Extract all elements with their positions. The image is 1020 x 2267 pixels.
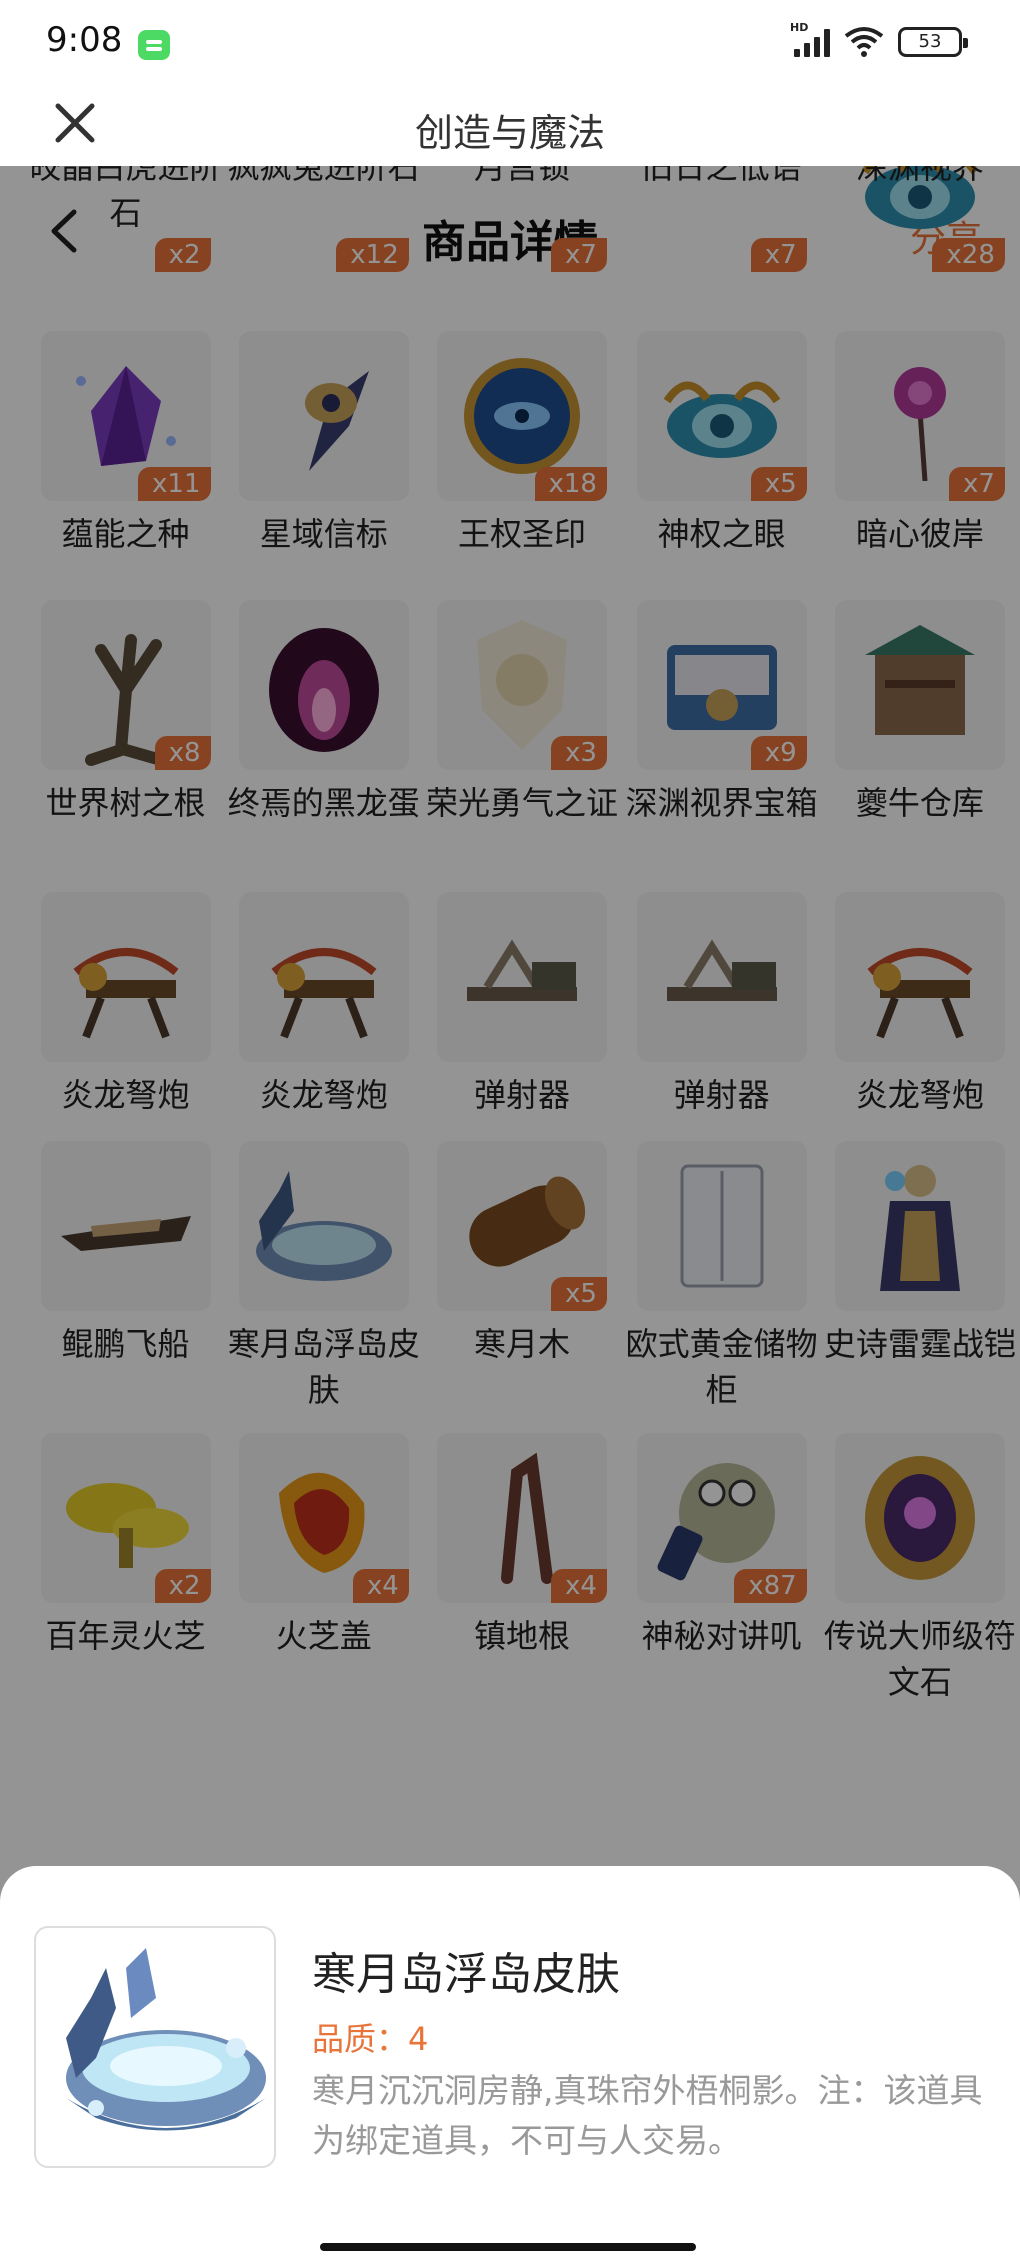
status-bar: 9:08 HD 53 bbox=[0, 0, 1020, 86]
status-time: 9:08 bbox=[46, 20, 123, 60]
item-name: 寒月岛浮岛皮肤 bbox=[312, 1949, 620, 2000]
message-notification-icon bbox=[138, 30, 170, 60]
app-top-bar: 创造与魔法 bbox=[0, 86, 1020, 166]
wifi-icon bbox=[844, 26, 884, 58]
item-quality: 品质：4 bbox=[312, 2020, 429, 2058]
item-detail-sheet: 寒月岛浮岛皮肤 品质：4 寒月沉沉洞房静,真珠帘外梧桐影。注：该道具为绑定道具，… bbox=[0, 1866, 1020, 2267]
app-title: 创造与魔法 bbox=[414, 111, 605, 155]
item-description: 寒月沉沉洞房静,真珠帘外梧桐影。注：该道具为绑定道具，不可与人交易。 bbox=[312, 2071, 983, 2160]
island-icon bbox=[34, 1926, 276, 2168]
signal-icon: HD bbox=[790, 21, 830, 57]
home-indicator[interactable] bbox=[320, 2243, 696, 2251]
network-type-label: HD bbox=[790, 21, 809, 34]
battery-icon: 53 bbox=[898, 27, 968, 57]
